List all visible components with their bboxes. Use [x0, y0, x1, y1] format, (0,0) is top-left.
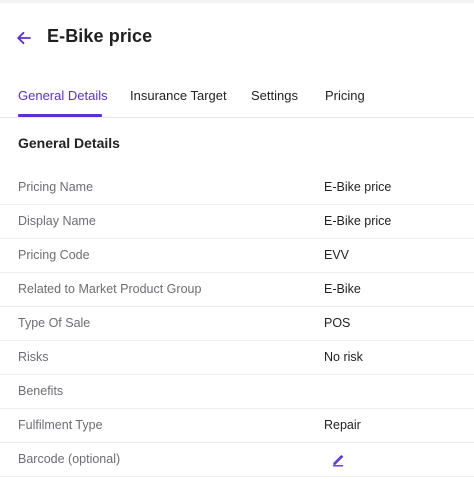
detail-row-market-product-group: Related to Market Product Group E-Bike — [0, 273, 474, 307]
detail-label: Benefits — [18, 384, 64, 398]
detail-row-fulfilment-type: Fulfilment Type Repair — [0, 409, 474, 443]
pencil-edit-icon[interactable] — [331, 453, 345, 467]
detail-label: Barcode (optional) — [18, 452, 121, 466]
detail-label: Related to Market Product Group — [18, 282, 202, 296]
details-list: Pricing Name E-Bike price Display Name E… — [0, 171, 474, 477]
tab-bar: General Details Insurance Target Setting… — [0, 80, 474, 118]
detail-value: E-Bike — [324, 282, 361, 296]
active-tab-indicator — [18, 114, 102, 117]
page-title: E-Bike price — [47, 26, 153, 46]
detail-label: Type Of Sale — [18, 316, 91, 330]
detail-row-pricing-name: Pricing Name E-Bike price — [0, 171, 474, 205]
detail-row-barcode: Barcode (optional) — [0, 443, 474, 477]
detail-label: Pricing Name — [18, 180, 94, 194]
detail-value: Repair — [324, 418, 361, 432]
detail-value: E-Bike price — [324, 180, 392, 194]
detail-label: Risks — [18, 350, 49, 364]
tab-insurance-target[interactable]: Insurance Target — [130, 88, 227, 103]
detail-row-risks: Risks No risk — [0, 341, 474, 375]
page-header: E-Bike price — [0, 20, 474, 56]
detail-label: Display Name — [18, 214, 96, 228]
detail-label: Fulfilment Type — [18, 418, 103, 432]
detail-value: No risk — [324, 350, 363, 364]
detail-row-benefits: Benefits — [0, 375, 474, 409]
detail-row-pricing-code: Pricing Code EVV — [0, 239, 474, 273]
tab-pricing[interactable]: Pricing — [325, 88, 365, 103]
top-divider — [0, 0, 474, 3]
detail-value: POS — [324, 316, 351, 330]
detail-row-type-of-sale: Type Of Sale POS — [0, 307, 474, 341]
detail-label: Pricing Code — [18, 248, 90, 262]
section-title: General Details — [18, 135, 120, 151]
tab-settings[interactable]: Settings — [251, 88, 298, 103]
detail-value: E-Bike price — [324, 214, 392, 228]
arrow-left-icon[interactable] — [14, 28, 34, 48]
detail-value: EVV — [324, 248, 350, 262]
detail-row-display-name: Display Name E-Bike price — [0, 205, 474, 239]
tab-general-details[interactable]: General Details — [18, 88, 108, 103]
